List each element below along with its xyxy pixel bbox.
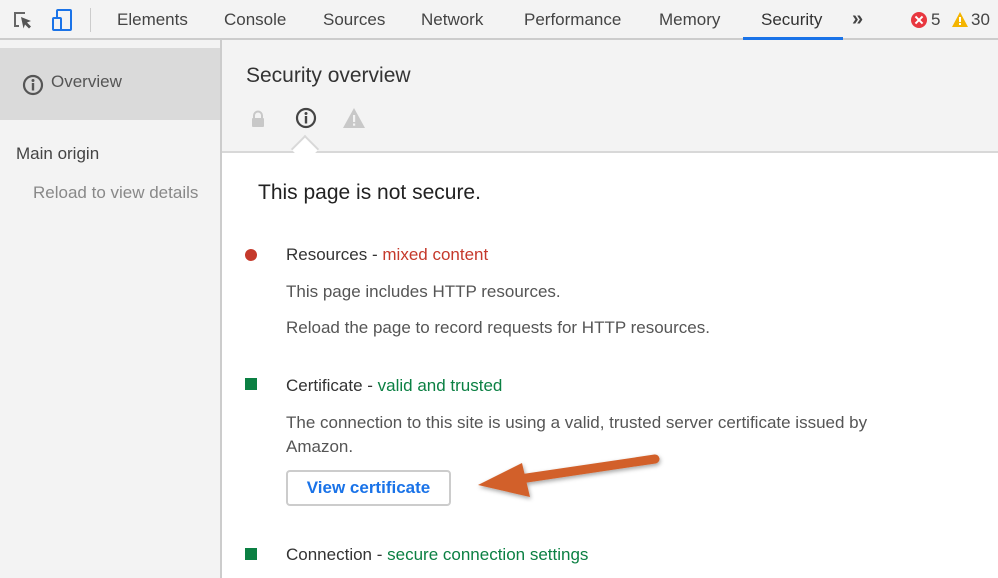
tab-performance[interactable]: Performance [524, 0, 621, 40]
error-icon[interactable] [911, 12, 927, 28]
section-status: secure connection settings [387, 545, 589, 564]
info-icon [22, 74, 44, 96]
sidebar-item-overview[interactable]: Overview [0, 48, 220, 120]
device-toolbar-icon[interactable] [50, 8, 74, 32]
warning-count[interactable]: 30 [971, 0, 990, 40]
status-dot-red [245, 249, 257, 261]
security-sidebar: Overview Main origin Reload to view deta… [0, 40, 222, 578]
section-title-resources: Resources - mixed content [286, 245, 488, 265]
section-description: This page includes HTTP resources. [286, 282, 561, 301]
section-name: Resources [286, 245, 368, 264]
annotation-arrow-icon [478, 454, 660, 497]
section-status: mixed content [382, 245, 489, 264]
lock-icon [252, 110, 264, 127]
devtools-toolbar: Elements Console Sources Network Perform… [0, 0, 998, 40]
section-title-certificate: Certificate - valid and trusted [286, 376, 502, 396]
section-name: Connection [286, 545, 373, 564]
more-tabs-button[interactable]: » [852, 0, 863, 40]
status-square-green [245, 378, 257, 390]
tab-security[interactable]: Security [761, 0, 822, 40]
section-name: Certificate [286, 376, 363, 395]
security-overview-body: This page is not secure. Resources - mix… [222, 155, 998, 578]
tab-elements[interactable]: Elements [117, 0, 188, 40]
tab-memory[interactable]: Memory [659, 0, 720, 40]
section-separator: - [372, 545, 388, 564]
sidebar-item-label: Overview [51, 72, 122, 91]
error-count[interactable]: 5 [931, 0, 940, 40]
warning-icon [343, 108, 365, 128]
section-status: valid and trusted [377, 376, 503, 395]
section-separator: - [367, 245, 383, 264]
tab-sources[interactable]: Sources [323, 0, 385, 40]
main-origin-heading: Main origin [16, 144, 100, 163]
security-summary: This page is not secure. [258, 181, 481, 204]
toolbar-separator [90, 8, 91, 32]
info-icon [295, 107, 317, 129]
tab-console[interactable]: Console [224, 0, 286, 40]
section-separator: - [362, 376, 378, 395]
section-title-connection: Connection - secure connection settings [286, 545, 588, 565]
tab-network[interactable]: Network [421, 0, 483, 40]
page-title: Security overview [246, 64, 411, 87]
inspect-element-icon[interactable] [11, 8, 35, 32]
view-certificate-button[interactable]: View certificate [286, 470, 451, 506]
status-square-green [245, 548, 257, 560]
section-description: Reload the page to record requests for H… [286, 318, 710, 337]
security-overview-header: Security overview [222, 40, 998, 164]
reload-to-view-details[interactable]: Reload to view details [33, 183, 198, 203]
warning-icon[interactable] [951, 11, 969, 28]
